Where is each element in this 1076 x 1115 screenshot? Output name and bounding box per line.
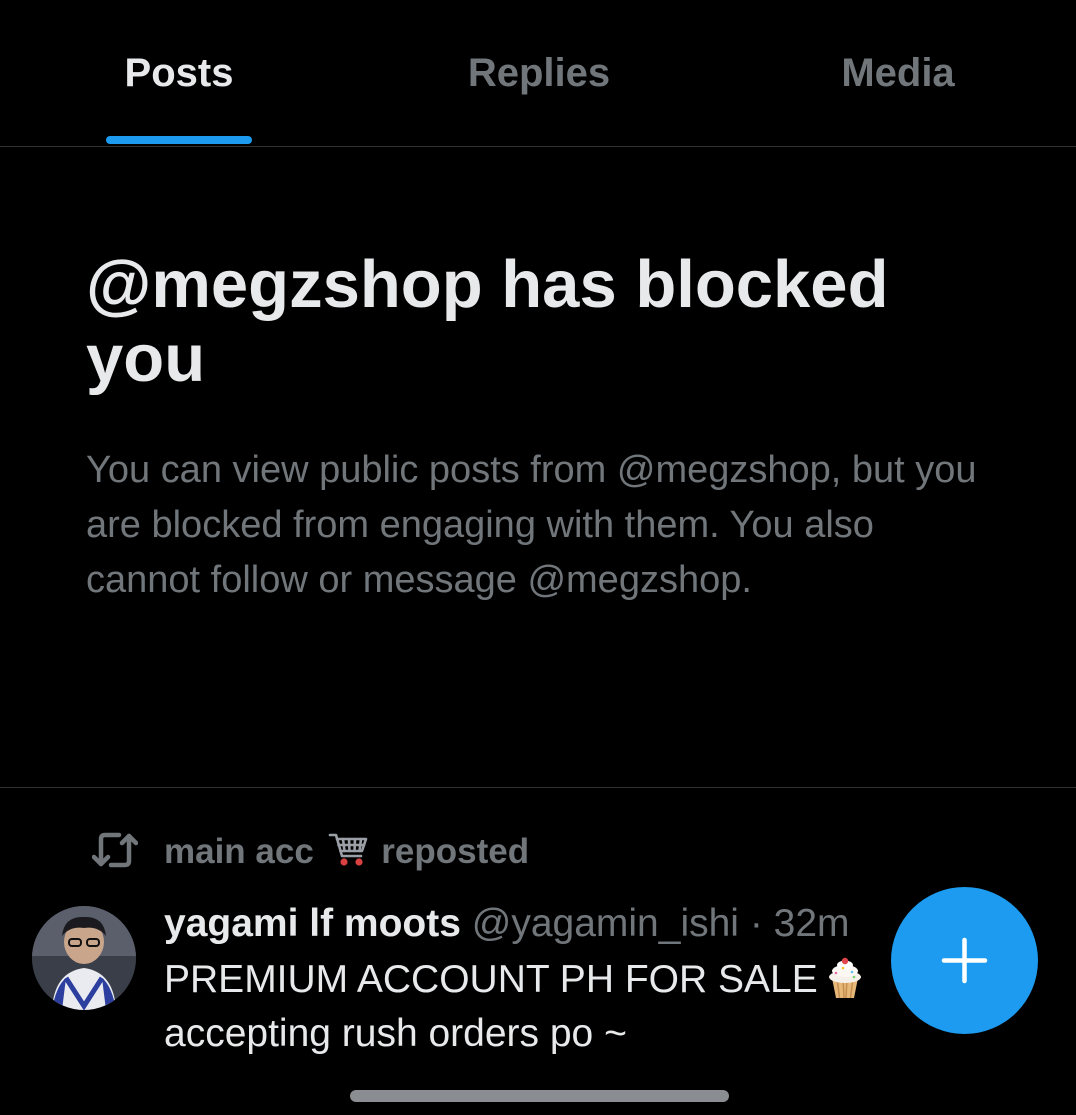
author-handle[interactable]: @yagamin_ishi: [472, 902, 739, 945]
shopping-cart-icon: [328, 831, 368, 869]
plus-icon: [941, 937, 988, 984]
post-text-line-1: PREMIUM ACCOUNT PH FOR SALE: [164, 958, 818, 1001]
section-divider: [0, 787, 1076, 788]
post-timestamp[interactable]: 32m: [774, 902, 850, 945]
repost-action-label: reposted: [381, 832, 530, 871]
tab-posts[interactable]: Posts: [0, 0, 358, 146]
separator-dot: ·: [749, 902, 763, 945]
cupcake-icon: [824, 956, 866, 1000]
post-header: yagami lf moots @yagamin_ishi · 32m: [164, 899, 904, 949]
post-text-line-2: accepting rush orders po ~: [164, 1012, 627, 1055]
blocked-description: You can view public posts from @megzshop…: [86, 449, 977, 601]
profile-tabs: Posts Replies Media: [0, 0, 1076, 147]
compose-button[interactable]: [891, 887, 1038, 1034]
repost-icon: [91, 830, 139, 870]
repost-label[interactable]: main acc reposted: [164, 830, 529, 874]
home-indicator[interactable]: [350, 1090, 729, 1102]
blocked-title: @megzshop has blocked you: [86, 247, 889, 396]
author-name[interactable]: yagami lf moots: [164, 902, 461, 945]
tab-replies[interactable]: Replies: [358, 0, 720, 146]
active-tab-indicator: [106, 136, 252, 144]
reposter-name: main acc: [164, 832, 314, 871]
avatar[interactable]: [32, 906, 136, 1010]
post-text[interactable]: PREMIUM ACCOUNT PH FOR SALE accepting ru…: [164, 953, 904, 1061]
tab-media[interactable]: Media: [720, 0, 1076, 146]
